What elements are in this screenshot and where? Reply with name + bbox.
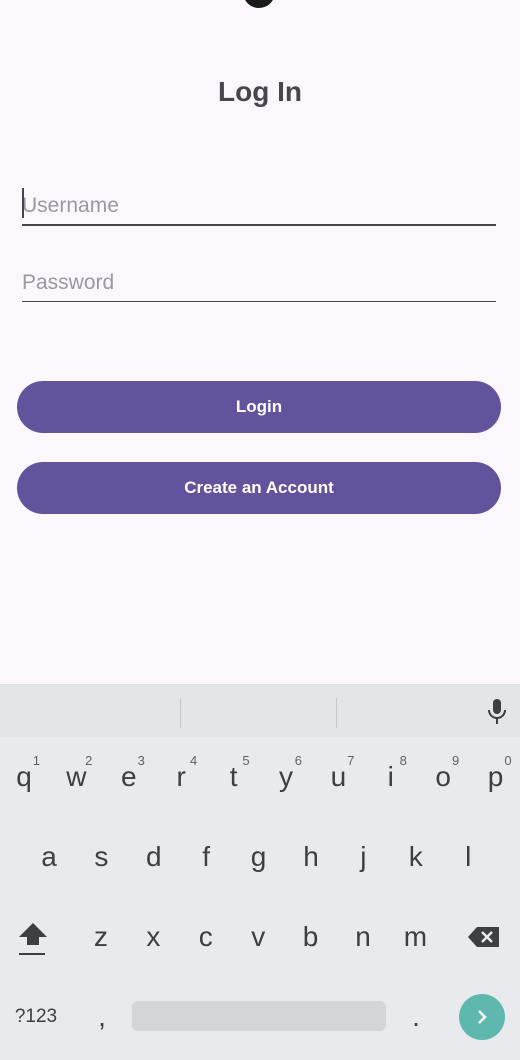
suggestion-bar — [0, 685, 520, 737]
key-b[interactable]: b — [287, 907, 335, 967]
period-key[interactable]: . — [392, 987, 440, 1047]
key-number-hint: 6 — [294, 753, 302, 768]
key-number-hint: 5 — [242, 753, 250, 768]
key-v[interactable]: v — [234, 907, 282, 967]
suggestion-divider — [336, 698, 337, 728]
text-cursor — [22, 188, 24, 218]
enter-arrow-icon — [478, 1010, 487, 1024]
key-label: e — [121, 761, 137, 792]
page-title: Log In — [218, 76, 302, 107]
login-button[interactable]: Login — [17, 381, 501, 433]
key-label: i — [387, 761, 394, 792]
key-r[interactable]: r4 — [157, 747, 205, 807]
microphone-icon[interactable] — [486, 697, 508, 727]
shift-icon — [19, 923, 47, 955]
key-e[interactable]: e3 — [105, 747, 153, 807]
key-x[interactable]: x — [129, 907, 177, 967]
key-i[interactable]: i8 — [367, 747, 415, 807]
key-label: u — [330, 761, 347, 792]
username-field[interactable] — [22, 176, 496, 226]
key-label: y — [279, 761, 293, 792]
key-w[interactable]: w2 — [52, 747, 100, 807]
key-o[interactable]: o9 — [419, 747, 467, 807]
key-label: r — [176, 761, 186, 792]
key-number-hint: 4 — [189, 753, 198, 768]
password-field[interactable] — [22, 252, 496, 302]
comma-key[interactable]: , — [78, 987, 126, 1047]
key-l[interactable]: l — [444, 827, 492, 887]
key-label: w — [66, 761, 87, 792]
key-label: q — [16, 761, 32, 792]
key-j[interactable]: j — [339, 827, 387, 887]
key-g[interactable]: g — [235, 827, 283, 887]
key-number-hint: 8 — [399, 753, 407, 768]
key-z[interactable]: z — [77, 907, 125, 967]
key-number-hint: 9 — [451, 753, 460, 768]
key-number-hint: 2 — [85, 753, 93, 768]
create-account-button[interactable]: Create an Account — [17, 462, 501, 514]
backspace-key[interactable] — [460, 907, 508, 967]
key-d[interactable]: d — [130, 827, 178, 887]
key-m[interactable]: m — [391, 907, 439, 967]
key-number-hint: 3 — [137, 753, 145, 768]
suggestion-divider — [180, 698, 181, 728]
key-label: p — [487, 761, 504, 792]
password-input[interactable] — [22, 271, 496, 299]
key-f[interactable]: f — [182, 827, 230, 887]
key-u[interactable]: u7 — [314, 747, 362, 807]
symbols-key[interactable]: ?123 — [10, 987, 62, 1047]
key-label: o — [435, 761, 451, 792]
key-number-hint: 7 — [347, 753, 355, 768]
soft-keyboard: q1w2e3r4t5y6u7i8o9p0 asdfghjkl zxcvbnm ?… — [0, 684, 520, 1060]
key-number-hint: 0 — [504, 753, 512, 768]
backspace-icon — [468, 927, 499, 947]
key-q[interactable]: q1 — [0, 747, 48, 807]
key-p[interactable]: p0 — [472, 747, 520, 807]
enter-key[interactable] — [459, 994, 505, 1040]
key-t[interactable]: t5 — [210, 747, 258, 807]
space-bar[interactable] — [132, 1001, 386, 1031]
key-label: t — [229, 761, 238, 792]
key-y[interactable]: y6 — [262, 747, 310, 807]
key-a[interactable]: a — [25, 827, 73, 887]
username-input[interactable] — [22, 194, 496, 222]
key-k[interactable]: k — [392, 827, 440, 887]
key-s[interactable]: s — [77, 827, 125, 887]
key-number-hint: 1 — [32, 753, 40, 768]
camera-cutout — [243, 0, 275, 8]
key-c[interactable]: c — [182, 907, 230, 967]
key-n[interactable]: n — [339, 907, 387, 967]
key-h[interactable]: h — [287, 827, 335, 887]
shift-key[interactable] — [9, 909, 57, 969]
